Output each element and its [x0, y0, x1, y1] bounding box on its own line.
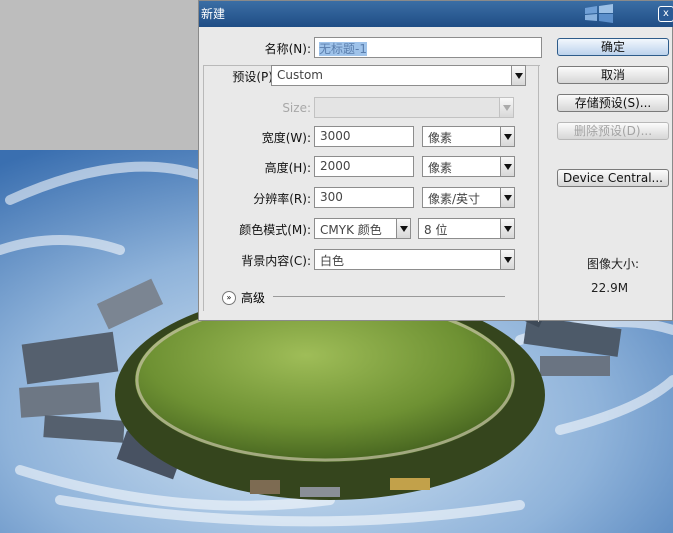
color-mode-arrow[interactable]	[396, 218, 411, 239]
width-input-value: 3000	[320, 129, 351, 143]
height-unit-arrow[interactable]	[500, 156, 515, 177]
windows-logo-icon	[585, 4, 613, 23]
height-input[interactable]: 2000	[314, 156, 414, 177]
background-contents-value: 白色	[320, 254, 345, 268]
preset-select-value: Custom	[277, 68, 323, 82]
close-button[interactable]: x	[658, 6, 673, 22]
width-unit-arrow[interactable]	[500, 126, 515, 147]
close-icon: x	[663, 8, 669, 19]
resolution-unit-arrow[interactable]	[500, 187, 515, 208]
new-document-dialog: 新建 x 名称(N): 无标题-1 预设(P): Custom Size: 宽度…	[198, 0, 673, 322]
height-label: 高度(H):	[264, 161, 311, 175]
size-label: Size:	[282, 101, 311, 115]
background-contents-arrow[interactable]	[500, 249, 515, 270]
name-label: 名称(N):	[264, 42, 311, 56]
height-input-value: 2000	[320, 159, 351, 173]
image-size-label: 图像大小:	[587, 257, 640, 271]
cancel-button[interactable]: 取消	[557, 66, 669, 84]
width-label: 宽度(W):	[261, 131, 311, 145]
color-mode-value: CMYK 颜色	[320, 223, 382, 237]
color-mode-label: 颜色模式(M):	[239, 223, 311, 237]
image-size-value: 22.9M	[591, 281, 629, 295]
name-input[interactable]: 无标题-1	[314, 37, 542, 58]
width-unit-value: 像素	[428, 131, 453, 145]
name-input-value: 无标题-1	[319, 42, 367, 56]
preset-label: 预设(P):	[209, 68, 277, 85]
resolution-unit-value: 像素/英寸	[428, 192, 481, 206]
expand-chevron-icon: »	[226, 293, 232, 302]
resolution-input-value: 300	[320, 190, 343, 204]
preset-dropdown-arrow[interactable]	[511, 65, 526, 86]
resolution-label: 分辨率(R):	[253, 192, 311, 206]
height-unit-value: 像素	[428, 161, 453, 175]
size-dropdown-arrow[interactable]	[499, 97, 514, 118]
advanced-label[interactable]: 高级	[241, 289, 265, 306]
bit-depth-value: 8 位	[424, 223, 448, 237]
delete-preset-button[interactable]: 删除预设(D)...	[557, 122, 669, 140]
width-input[interactable]: 3000	[314, 126, 414, 147]
device-central-button[interactable]: Device Central...	[557, 169, 669, 187]
bit-depth-arrow[interactable]	[500, 218, 515, 239]
background-contents-select[interactable]: 白色	[314, 249, 514, 270]
resolution-input[interactable]: 300	[314, 187, 414, 208]
preset-select[interactable]: Custom	[271, 65, 525, 86]
dialog-title: 新建	[201, 7, 226, 21]
dialog-titlebar[interactable]: 新建 x	[199, 1, 673, 27]
size-select[interactable]	[314, 97, 513, 118]
advanced-divider	[273, 296, 505, 297]
ok-button[interactable]: 确定	[557, 38, 669, 56]
background-contents-label: 背景内容(C):	[241, 254, 311, 268]
save-preset-button[interactable]: 存储预设(S)...	[557, 94, 669, 112]
buttons-divider	[538, 65, 539, 322]
advanced-toggle-button[interactable]: »	[222, 291, 236, 305]
